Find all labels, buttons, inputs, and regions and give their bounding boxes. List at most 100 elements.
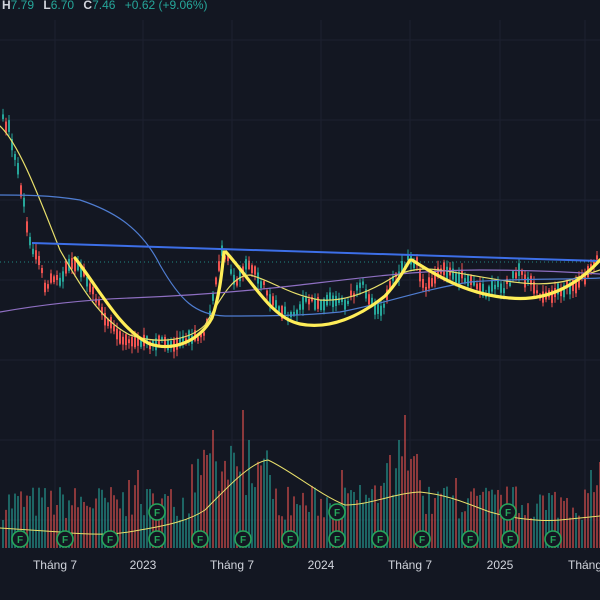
volume-bar: [443, 488, 445, 548]
event-marker-icon[interactable]: F: [148, 503, 166, 521]
volume-bar: [569, 517, 571, 548]
volume-bar: [92, 508, 94, 548]
volume-bar: [305, 505, 307, 548]
candle-body: [332, 295, 334, 308]
time-axis-label: Tháng: [568, 558, 600, 572]
event-marker-icon[interactable]: F: [148, 530, 166, 548]
volume-bar: [2, 519, 4, 548]
event-marker-label: F: [287, 535, 293, 546]
volume-bar: [488, 491, 490, 548]
volume-bar: [179, 519, 181, 548]
volume-bar: [140, 504, 142, 548]
volume-bar: [458, 518, 460, 548]
volume-bar: [41, 497, 43, 548]
volume-bar: [50, 490, 52, 548]
volume-bar: [215, 461, 217, 548]
candle-body: [503, 288, 505, 294]
volume-bar: [524, 515, 526, 548]
event-markers[interactable]: F F F F F F F F F F F F F F F F: [11, 503, 562, 548]
time-axis-label: Tháng 7: [210, 558, 254, 572]
candle-body: [419, 269, 421, 282]
volume-bar: [170, 489, 172, 548]
candle-body: [344, 299, 346, 310]
event-marker-icon[interactable]: F: [101, 530, 119, 548]
volume-bar: [431, 513, 433, 548]
volume-bar: [491, 489, 493, 548]
price-chart[interactable]: F F F F F F F F F F F F FF F F Tháng 7 2023 Tháng 7 2024 T…: [0, 0, 600, 600]
volume-bar: [218, 490, 220, 548]
volume-bar: [83, 501, 85, 548]
candle-body: [29, 236, 31, 246]
volume-bar: [578, 515, 580, 548]
event-marker-icon[interactable]: F: [281, 530, 299, 548]
candle-body: [2, 114, 4, 120]
volume-bar: [266, 450, 268, 548]
volume-bar: [212, 430, 214, 548]
event-marker-icon[interactable]: F: [191, 530, 209, 548]
candle-body: [380, 305, 382, 316]
candle-body: [59, 277, 61, 286]
candle-body: [215, 277, 217, 285]
candle-body: [302, 297, 304, 310]
event-marker-icon[interactable]: F: [499, 503, 517, 521]
candle-body: [284, 306, 286, 315]
event-marker-icon[interactable]: F: [11, 530, 29, 548]
event-marker-icon[interactable]: F: [234, 530, 252, 548]
volume-bar: [248, 440, 250, 548]
volume-bar: [356, 499, 358, 548]
volume-bar: [47, 506, 49, 548]
candles: [2, 108, 598, 359]
candle-body: [455, 273, 457, 283]
volume-bar: [224, 460, 226, 548]
candle-body: [119, 331, 121, 344]
candle-body: [131, 337, 133, 347]
event-marker-icon[interactable]: F: [328, 530, 346, 548]
volume-bar: [230, 445, 232, 548]
candle-body: [47, 284, 49, 289]
volume-bar: [254, 487, 256, 548]
volume-bar: [398, 440, 400, 548]
candle-body: [266, 290, 268, 296]
event-marker-label: F: [505, 508, 511, 519]
volume-bar: [74, 488, 76, 548]
volume-bar: [122, 492, 124, 548]
event-marker-label: F: [377, 535, 383, 546]
candle-body: [56, 275, 58, 280]
volume-bar: [269, 475, 271, 548]
candle-body: [203, 332, 205, 336]
candle-body: [212, 293, 214, 301]
candle-body: [53, 276, 55, 283]
time-axis: Tháng 7 2023 Tháng 7 2024 Tháng 7 2025 Tháng: [33, 558, 600, 572]
event-marker-label: F: [467, 535, 473, 546]
volume-bar: [275, 488, 277, 548]
candle-body: [518, 263, 520, 276]
volume-bar: [32, 487, 34, 548]
event-marker-icon[interactable]: F: [461, 530, 479, 548]
candle-body: [38, 256, 40, 266]
candle-body: [362, 281, 364, 285]
candle-body: [17, 163, 19, 175]
event-marker-icon[interactable]: F: [501, 530, 519, 548]
volume-bar: [272, 498, 274, 548]
candle-body: [260, 281, 262, 289]
event-marker-icon[interactable]: F: [328, 503, 346, 521]
candle-body: [524, 274, 526, 288]
candle-body: [500, 283, 502, 293]
time-axis-label: Tháng 7: [388, 558, 432, 572]
candle-body: [494, 284, 496, 290]
event-marker-icon[interactable]: F: [56, 530, 74, 548]
volume-bar: [278, 515, 280, 548]
volume-bar: [209, 453, 211, 548]
event-marker-icon[interactable]: F: [371, 530, 389, 548]
candle-body: [329, 292, 331, 300]
candle-body: [317, 297, 319, 309]
volume-bar: [302, 492, 304, 548]
volume-bar: [221, 471, 223, 548]
event-marker-icon[interactable]: F: [413, 530, 431, 548]
candle-body: [596, 255, 598, 260]
candle-body: [509, 282, 511, 287]
event-marker-icon[interactable]: F: [544, 530, 562, 548]
volume-bar: [572, 507, 574, 548]
volume-bar: [389, 455, 391, 548]
volume-bar: [8, 494, 10, 548]
